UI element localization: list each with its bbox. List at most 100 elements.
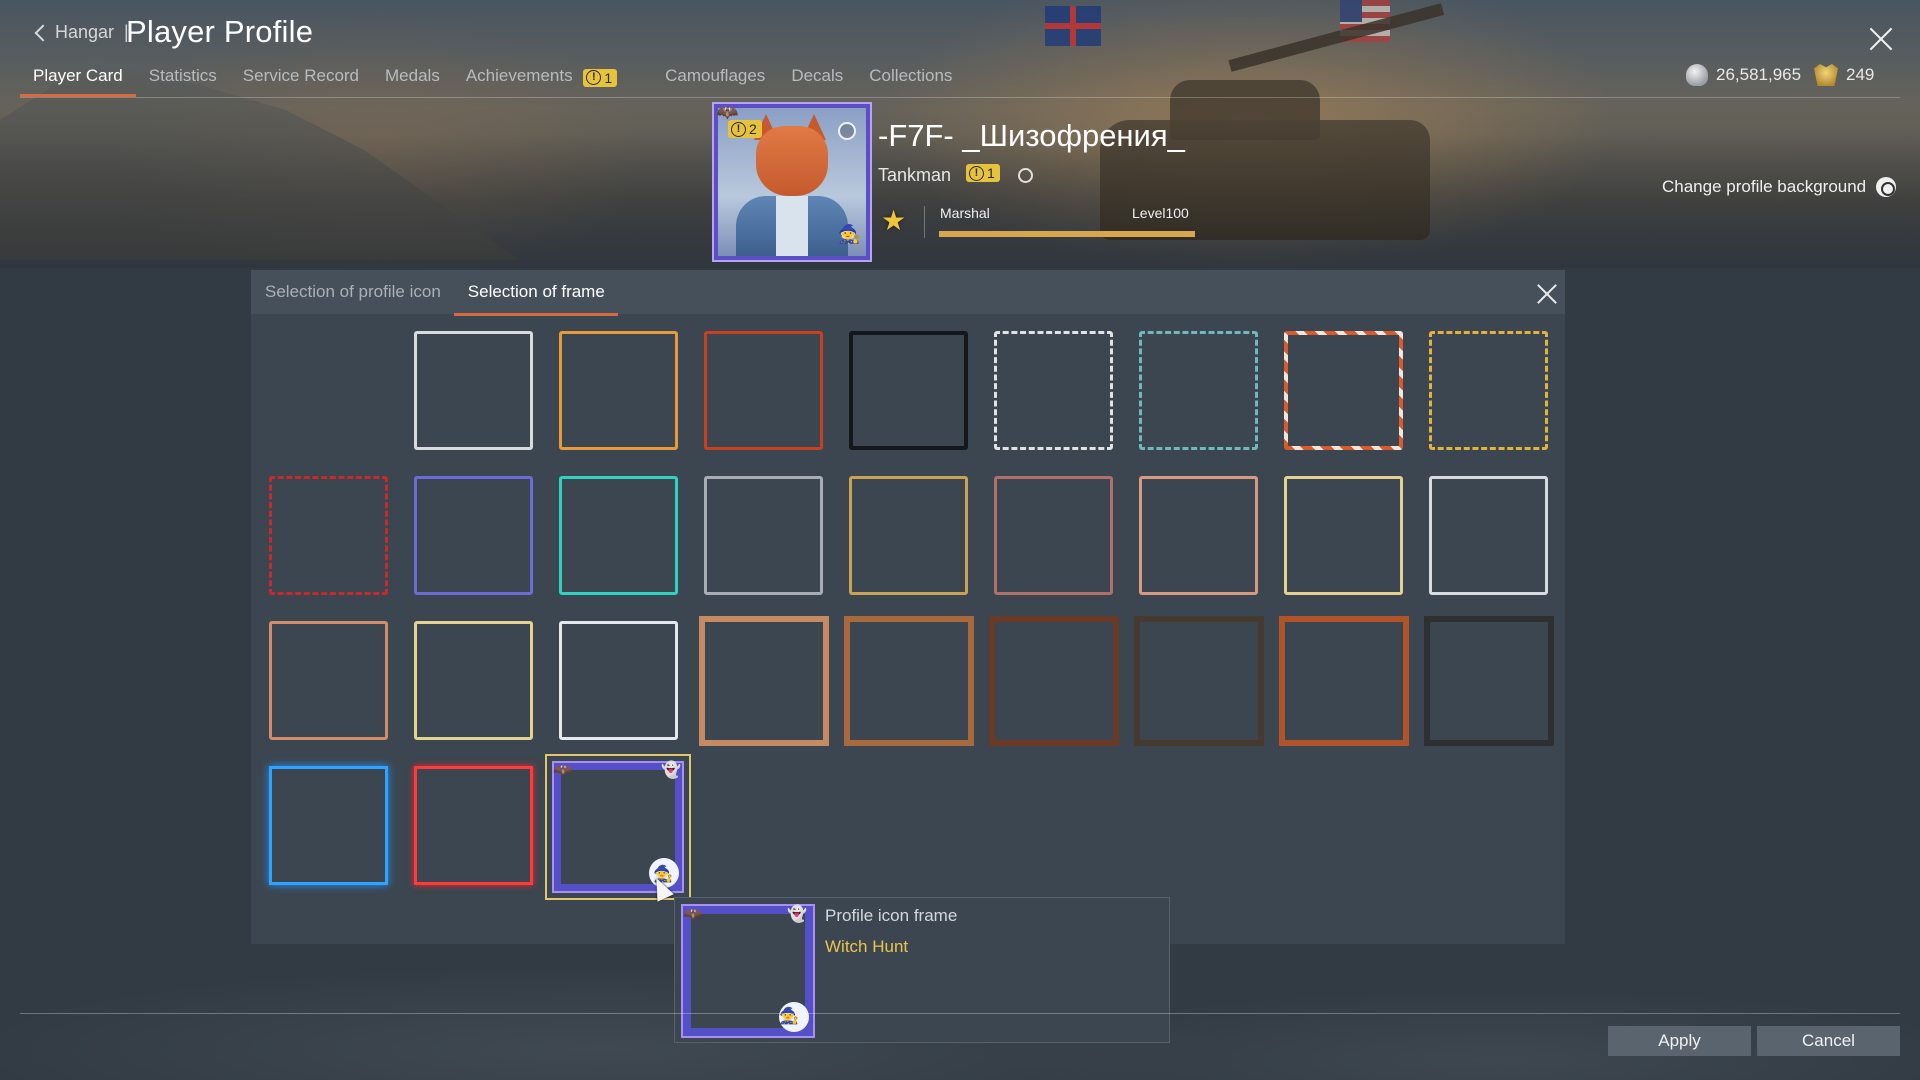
frame-selection-dialog: Selection of profile icon Selection of f… [251,270,1565,944]
tab-service-record[interactable]: Service Record [230,58,372,97]
close-icon[interactable] [1868,26,1894,52]
frame-option-blue[interactable] [414,476,533,595]
frame-option-silver[interactable] [704,476,823,595]
gold-eagle-icon [1814,64,1838,86]
cancel-button[interactable]: Cancel [1757,1026,1900,1056]
frame-option-cream[interactable] [1284,476,1403,595]
dialog-tab-label: Selection of frame [467,282,605,301]
tab-label: Statistics [148,66,217,85]
silver-balance: 26,581,965 [1686,64,1801,86]
silver-lion-icon [1686,64,1708,86]
background-flag [1045,6,1101,46]
frame-option-platinum[interactable] [1429,476,1548,595]
exclamation-icon: ! [731,121,746,137]
page-title: Player Profile [126,14,314,49]
header-divider [20,97,1900,98]
avatar-fox-head [756,126,828,196]
tab-label: Collections [869,66,953,85]
footer-divider [20,1013,1900,1014]
rank-star-icon: ★ [881,205,907,236]
frame-option-teal[interactable] [559,476,678,595]
frame-option-witch-hunt[interactable]: 🦇 👻 🧙 [545,754,691,900]
tooltip-frame-preview: 🦇 👻 🧙 [681,904,815,1038]
tab-label: Service Record [242,66,360,85]
gold-amount: 249 [1846,65,1875,84]
frame-option-black[interactable] [849,331,968,450]
tooltip-frame-name: Witch Hunt [825,937,909,956]
tab-label: Player Card [33,66,123,85]
dialog-close-icon[interactable] [1537,284,1557,304]
frame-option-dash-gold[interactable] [1429,331,1548,450]
change-background-label: Change profile background [1662,177,1867,196]
frame-option-dash-redwhite[interactable] [1284,331,1403,450]
tab-statistics[interactable]: Statistics [136,58,230,97]
frame-option-pale-yellow[interactable] [414,621,533,740]
dialog-tab-label: Selection of profile icon [265,282,441,301]
frame-option-white[interactable] [414,331,533,450]
bat-icon: 🦇 [553,762,573,779]
level-label: Level100 [1132,205,1189,221]
frame-option-bronze[interactable] [844,616,974,746]
tab-profile-icon[interactable]: Selection of profile icon [251,270,454,314]
frame-option-chrome[interactable] [559,621,678,740]
frame-option-dash-red[interactable] [269,476,388,595]
title-badge: ! 1 [966,164,1000,182]
profile-avatar[interactable]: ! 2 🦇 🧙 [712,102,872,262]
frame-option-dash-white[interactable] [994,331,1113,450]
exclamation-icon: ! [586,70,602,85]
ghost-icon: 👻 [661,762,681,779]
gold-balance: 249 [1814,64,1874,86]
tab-label: Medals [385,66,440,85]
avatar-badge-count: 2 [749,121,757,137]
ghost-icon: 👻 [787,906,807,923]
frame-option-rose[interactable] [994,476,1113,595]
refresh-icon [1876,177,1897,197]
tab-label: Achievements [465,66,573,85]
profile-tabs: Player Card Statistics Service Record Me… [20,58,965,98]
frame-option-orange[interactable] [559,331,678,450]
badge-count: 1 [604,69,613,86]
rank-name: Marshal [940,205,990,221]
tab-achievements[interactable]: Achievements ! 1 [453,58,630,98]
tab-medals[interactable]: Medals [372,58,453,97]
player-name: -F7F- _Шизофрения_ [878,118,1185,153]
tab-decals[interactable]: Decals [778,58,856,97]
rank-divider [924,206,925,238]
frame-option-light-bronze[interactable] [699,616,829,746]
silver-amount: 26,581,965 [1716,65,1802,84]
frame-option-dark-bronze[interactable] [989,616,1119,746]
back-label: Hangar [55,22,115,42]
back-to-hangar-link[interactable]: Hangar | [33,22,129,43]
frame-option-red[interactable] [704,331,823,450]
bat-icon: 🦇 [716,102,739,122]
witch-icon: 🧙 [779,1008,799,1025]
tooltip-heading: Profile icon frame [825,906,958,925]
chevron-left-icon [34,24,52,41]
title-refresh-icon[interactable] [1018,168,1033,183]
frame-option-gunmetal[interactable] [1424,616,1554,746]
frame-option-peach[interactable] [1139,476,1258,595]
frame-option-neon-red[interactable] [414,766,533,885]
tab-camouflages[interactable]: Camouflages [652,58,778,97]
frame-option-gold[interactable] [849,476,968,595]
level-progress-fill [939,231,1195,237]
tab-collections[interactable]: Collections [856,58,965,97]
tab-label: Camouflages [665,66,766,85]
dialog-tabs: Selection of profile icon Selection of f… [251,270,1565,316]
frame-tooltip: 🦇 👻 🧙 Profile icon frame Witch Hunt [674,897,1170,1043]
exclamation-icon: ! [969,165,984,181]
frame-option-copper-wide[interactable] [1279,616,1409,746]
achievements-badge: ! 1 [583,68,618,87]
frame-option-copper[interactable] [269,621,388,740]
frame-option-antique-bronze[interactable] [1134,616,1264,746]
apply-button[interactable]: Apply [1608,1026,1751,1056]
player-title[interactable]: Tankman [878,165,951,186]
frame-option-dash-teal[interactable] [1139,331,1258,450]
tab-frame[interactable]: Selection of frame [453,270,618,316]
witch-icon: 🧙 [838,224,861,244]
avatar-refresh-icon[interactable] [838,122,856,140]
change-profile-background-button[interactable]: Change profile background [1662,177,1897,197]
tab-player-card[interactable]: Player Card [20,58,136,97]
frame-option-neon-blue[interactable] [269,766,388,885]
level-progress-bar [939,231,1195,237]
